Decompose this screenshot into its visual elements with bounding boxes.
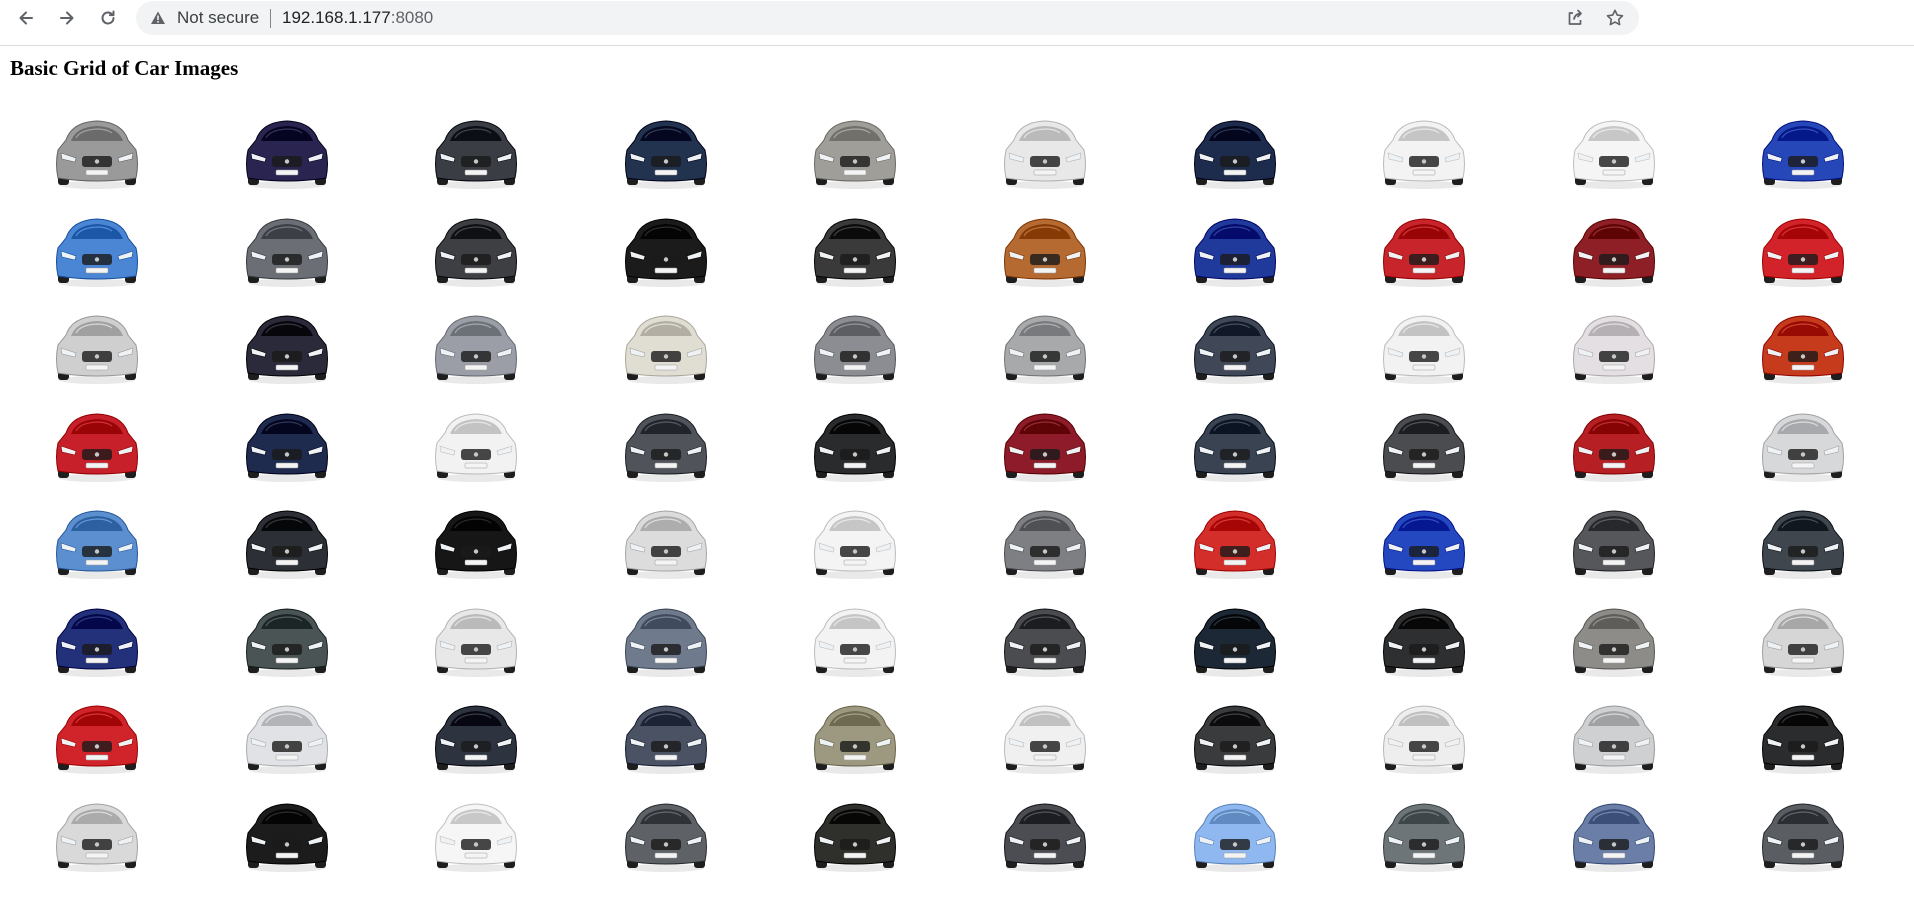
url-port: :8080 bbox=[390, 8, 434, 27]
car-image bbox=[1569, 307, 1659, 387]
car-image bbox=[1190, 210, 1280, 290]
url-text[interactable]: 192.168.1.177:8080 bbox=[282, 8, 433, 28]
car-image bbox=[810, 600, 900, 680]
car-image bbox=[242, 502, 332, 582]
car-image bbox=[242, 697, 332, 777]
car-image bbox=[621, 405, 711, 485]
car-image bbox=[1000, 405, 1090, 485]
car-image bbox=[1569, 112, 1659, 192]
car-image bbox=[1758, 210, 1848, 290]
car-image bbox=[242, 405, 332, 485]
car-image bbox=[1190, 502, 1280, 582]
car-image bbox=[1000, 795, 1090, 875]
car-image bbox=[52, 600, 142, 680]
car-image bbox=[431, 210, 521, 290]
car-image bbox=[1569, 502, 1659, 582]
car-image bbox=[810, 112, 900, 192]
car-image bbox=[810, 502, 900, 582]
car-image bbox=[621, 697, 711, 777]
car-image bbox=[621, 307, 711, 387]
car-image bbox=[1758, 112, 1848, 192]
share-icon bbox=[1568, 9, 1582, 25]
car-image bbox=[431, 697, 521, 777]
arrow-left-icon bbox=[19, 11, 33, 25]
car-image bbox=[1758, 600, 1848, 680]
car-image bbox=[1190, 405, 1280, 485]
car-image bbox=[1569, 210, 1659, 290]
car-image bbox=[1379, 112, 1469, 192]
warning-icon bbox=[151, 11, 165, 24]
car-image bbox=[1000, 600, 1090, 680]
car-image bbox=[621, 600, 711, 680]
car-image bbox=[1190, 795, 1280, 875]
car-image bbox=[621, 210, 711, 290]
bookmark-button[interactable] bbox=[1605, 8, 1627, 30]
car-image bbox=[1569, 405, 1659, 485]
car-image bbox=[52, 795, 142, 875]
car-image bbox=[1190, 600, 1280, 680]
car-image bbox=[1379, 697, 1469, 777]
car-image bbox=[431, 502, 521, 582]
security-label[interactable]: Not secure bbox=[177, 8, 259, 28]
address-bar[interactable]: Not secure 192.168.1.177:8080 bbox=[136, 1, 1639, 35]
car-image bbox=[1000, 697, 1090, 777]
car-image bbox=[1758, 307, 1848, 387]
car-image bbox=[1190, 307, 1280, 387]
car-image bbox=[621, 502, 711, 582]
car-image bbox=[1758, 405, 1848, 485]
back-button[interactable] bbox=[10, 2, 42, 34]
car-image bbox=[52, 405, 142, 485]
car-image bbox=[242, 210, 332, 290]
car-image bbox=[1758, 697, 1848, 777]
car-image bbox=[1758, 795, 1848, 875]
car-image bbox=[810, 307, 900, 387]
car-image bbox=[1379, 502, 1469, 582]
car-image bbox=[242, 307, 332, 387]
car-image bbox=[52, 210, 142, 290]
car-image bbox=[1379, 600, 1469, 680]
page-title: Basic Grid of Car Images bbox=[10, 56, 239, 80]
car-image bbox=[1379, 405, 1469, 485]
car-image bbox=[1190, 697, 1280, 777]
car-image bbox=[810, 210, 900, 290]
car-image bbox=[242, 600, 332, 680]
car-image bbox=[1000, 112, 1090, 192]
browser-toolbar: Not secure 192.168.1.177:8080 bbox=[0, 0, 1914, 46]
star-icon bbox=[1606, 9, 1624, 26]
car-image bbox=[1000, 210, 1090, 290]
car-image bbox=[431, 112, 521, 192]
car-image bbox=[431, 405, 521, 485]
car-image bbox=[1379, 210, 1469, 290]
forward-button[interactable] bbox=[51, 2, 83, 34]
car-image bbox=[1190, 112, 1280, 192]
car-image bbox=[1000, 307, 1090, 387]
reload-button[interactable] bbox=[92, 2, 124, 34]
car-image bbox=[431, 600, 521, 680]
car-image bbox=[1758, 502, 1848, 582]
car-image bbox=[1569, 697, 1659, 777]
car-image bbox=[1000, 502, 1090, 582]
car-image bbox=[52, 112, 142, 192]
car-image bbox=[431, 307, 521, 387]
car-image bbox=[242, 112, 332, 192]
reload-icon bbox=[101, 10, 115, 25]
url-host: 192.168.1.177 bbox=[282, 8, 391, 27]
car-image bbox=[431, 795, 521, 875]
car-image bbox=[1569, 600, 1659, 680]
omnibox-separator bbox=[270, 9, 271, 28]
arrow-right-icon bbox=[60, 11, 74, 25]
car-image bbox=[810, 795, 900, 875]
car-image bbox=[1379, 795, 1469, 875]
car-image bbox=[242, 795, 332, 875]
car-image bbox=[621, 795, 711, 875]
car-image bbox=[52, 502, 142, 582]
share-button[interactable] bbox=[1565, 8, 1587, 30]
car-image bbox=[1569, 795, 1659, 875]
car-image bbox=[621, 112, 711, 192]
car-image bbox=[810, 697, 900, 777]
car-image bbox=[52, 697, 142, 777]
car-image bbox=[1379, 307, 1469, 387]
car-image bbox=[810, 405, 900, 485]
car-image bbox=[52, 307, 142, 387]
